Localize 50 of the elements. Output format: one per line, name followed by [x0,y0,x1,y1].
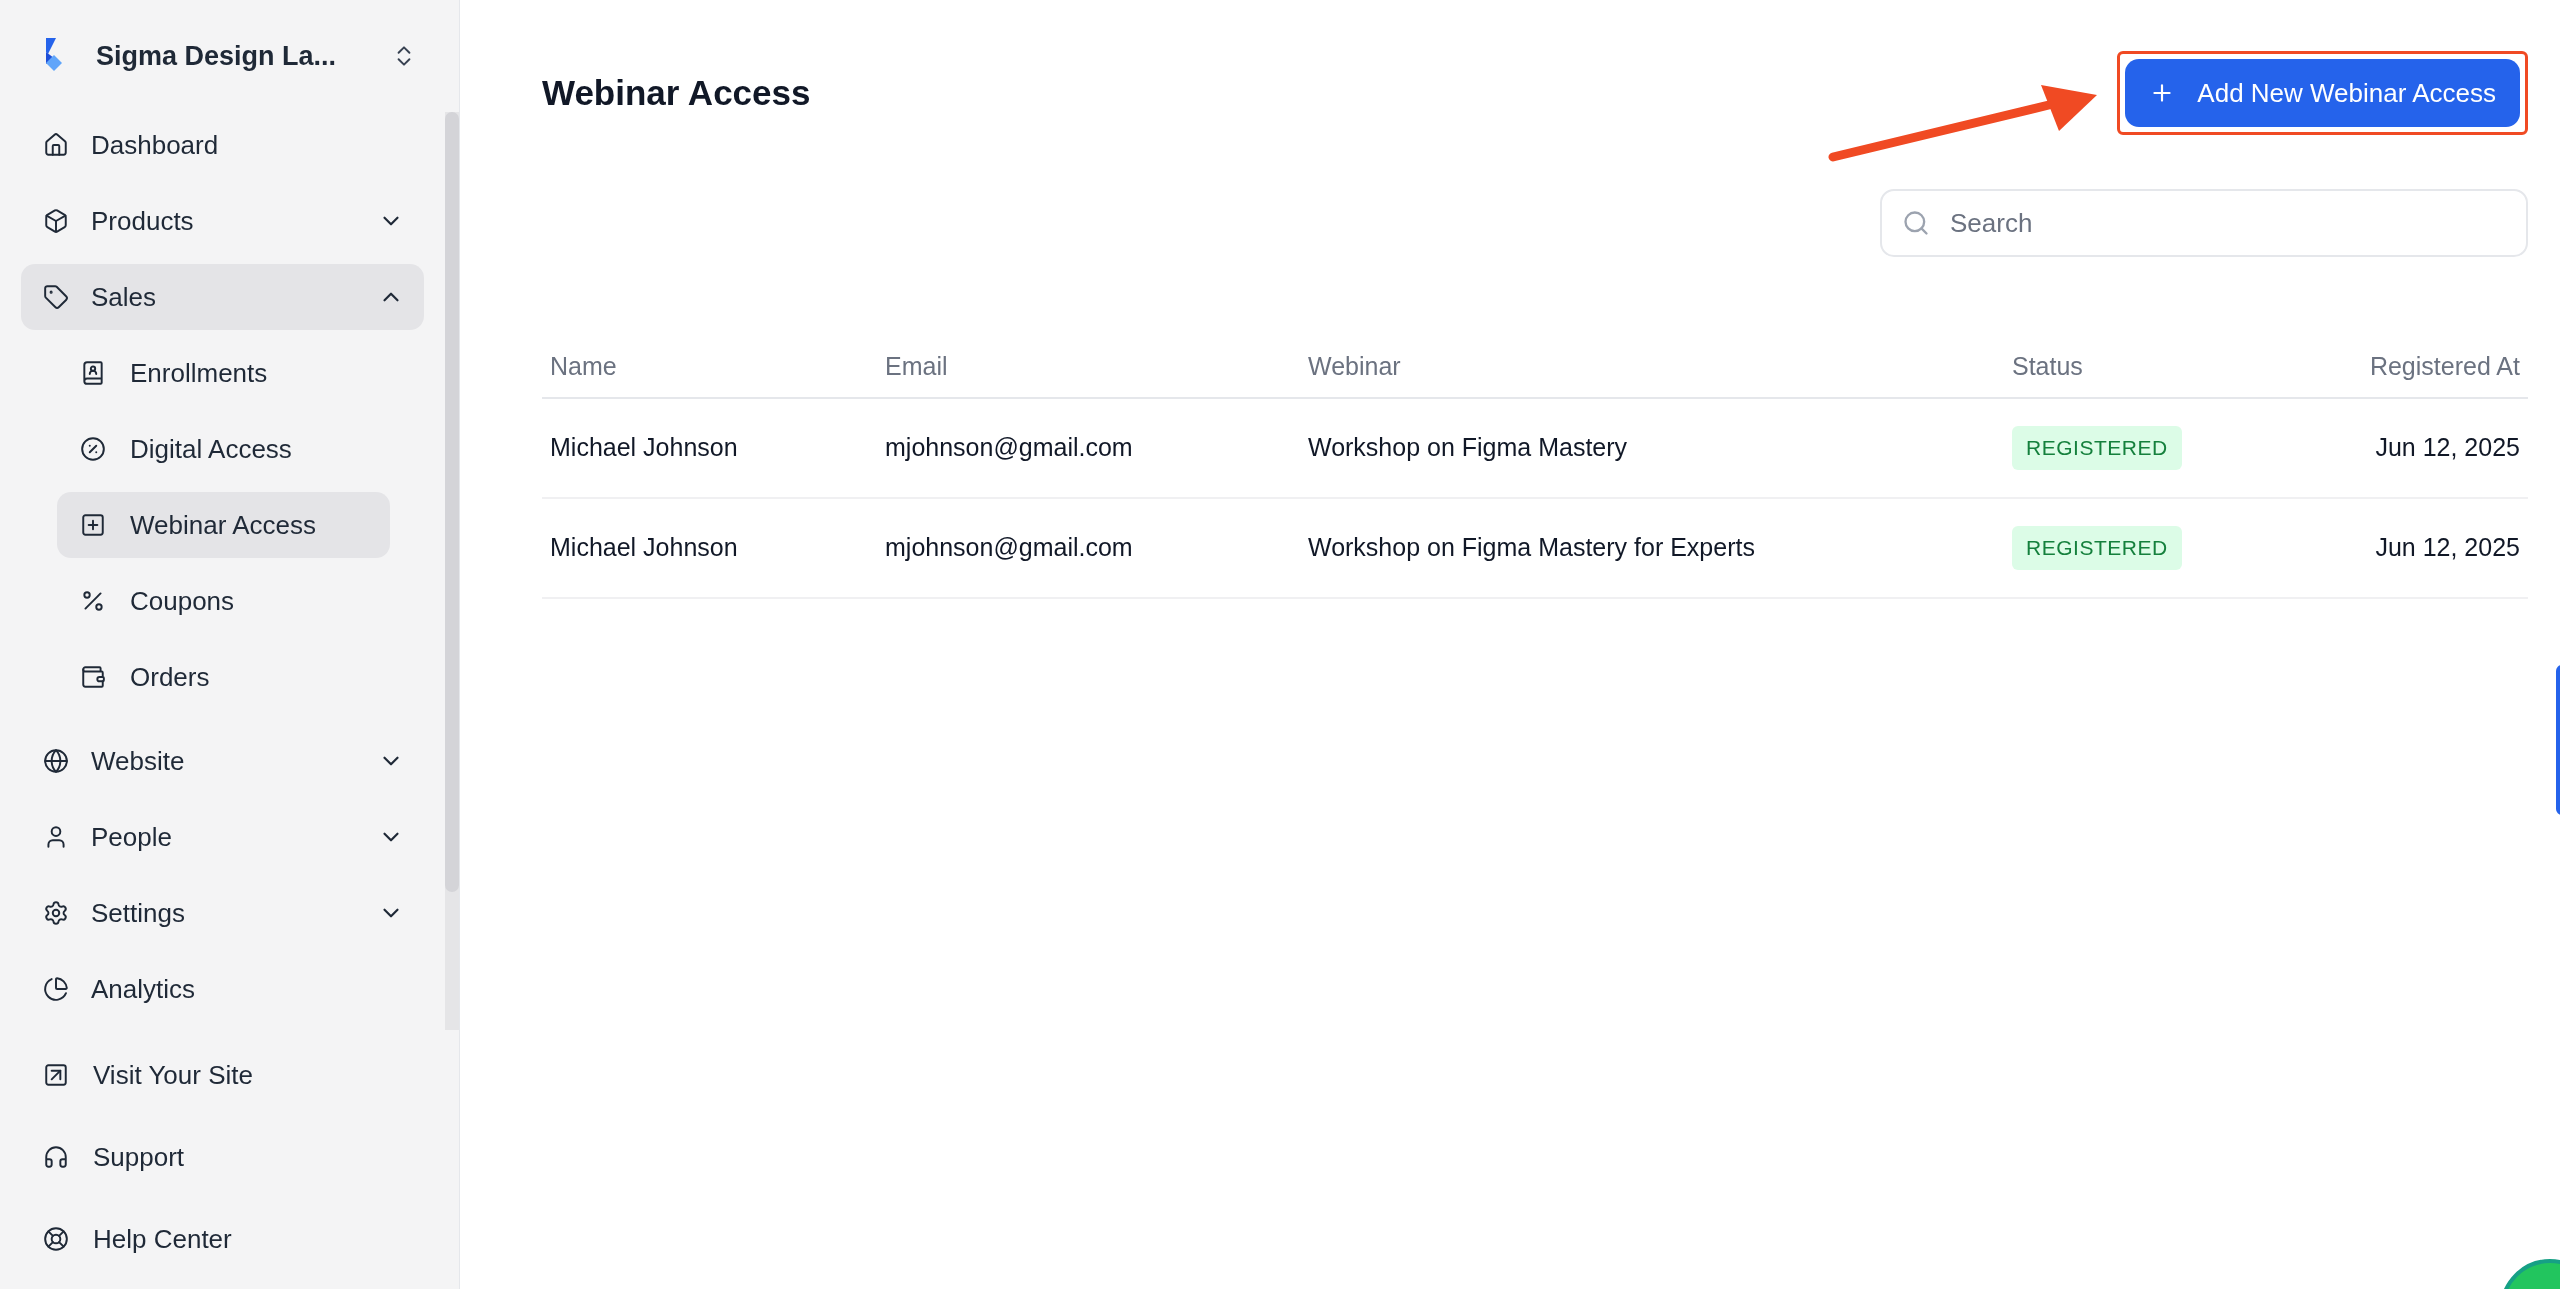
nav-subitem[interactable]: Digital Access [57,416,390,482]
status-badge: REGISTERED [2012,526,2182,570]
scrollbar-thumb[interactable] [445,112,459,892]
nav-item[interactable]: Products [21,188,424,254]
box-icon [43,208,69,234]
percent-icon [80,588,106,614]
table-cell: Jun 12, 2025 [2375,433,2520,462]
column-header: Webinar [1308,352,1401,381]
table-cell: Workshop on Figma Mastery [1308,433,1628,462]
footer-link[interactable]: Visit Your Site [21,1042,438,1108]
table-cell: Michael Johnson [550,433,738,462]
footer-link[interactable]: Help Center [21,1206,438,1272]
lifebuoy-icon [43,1226,69,1252]
wallet-icon [80,664,106,690]
search-field[interactable]: Search [1880,189,2528,257]
pie-chart-icon [43,976,69,1002]
nav-subitem[interactable]: Orders [57,644,390,710]
tag-icon [43,284,69,310]
home-icon [43,132,69,158]
nav-item[interactable]: Website [21,728,424,794]
footer-link[interactable]: Support [21,1124,438,1190]
globe-icon [43,748,69,774]
search-icon [1902,209,1930,237]
table-cell: mjohnson@gmail.com [885,433,1133,462]
nav-item[interactable]: Analytics [21,956,424,1022]
settings-icon [43,900,69,926]
add-webinar-access-button[interactable]: Add New Webinar Access [2125,59,2520,127]
nav-subitem[interactable]: Webinar Access [57,492,390,558]
plus-square-icon [80,512,106,538]
column-header: Name [550,352,617,381]
contact-book-icon [80,360,106,386]
table-cell: Michael Johnson [550,533,738,562]
page-title: Webinar Access [542,71,811,114]
external-link-icon [43,1062,69,1088]
nav-item[interactable]: People [21,804,424,870]
column-header: Registered At [2369,352,2520,381]
percent-circle-icon [80,436,106,462]
nav-item[interactable]: Settings [21,880,424,946]
table-cell: mjohnson@gmail.com [885,533,1133,562]
nav-subitem[interactable]: Coupons [57,568,390,634]
nav-subitem[interactable]: Enrollments [57,340,390,406]
nav-item[interactable]: Dashboard [21,112,424,178]
table-cell: Workshop on Figma Mastery for Experts [1308,533,1755,562]
status-badge: REGISTERED [2012,426,2182,470]
workspace-name[interactable]: Sigma Design La... [96,35,361,77]
nav-item[interactable]: Sales [21,264,424,330]
headset-icon [43,1144,69,1170]
column-header: Email [885,352,948,381]
column-header: Status [2012,352,2083,381]
table-cell: Jun 12, 2025 [2375,533,2520,562]
